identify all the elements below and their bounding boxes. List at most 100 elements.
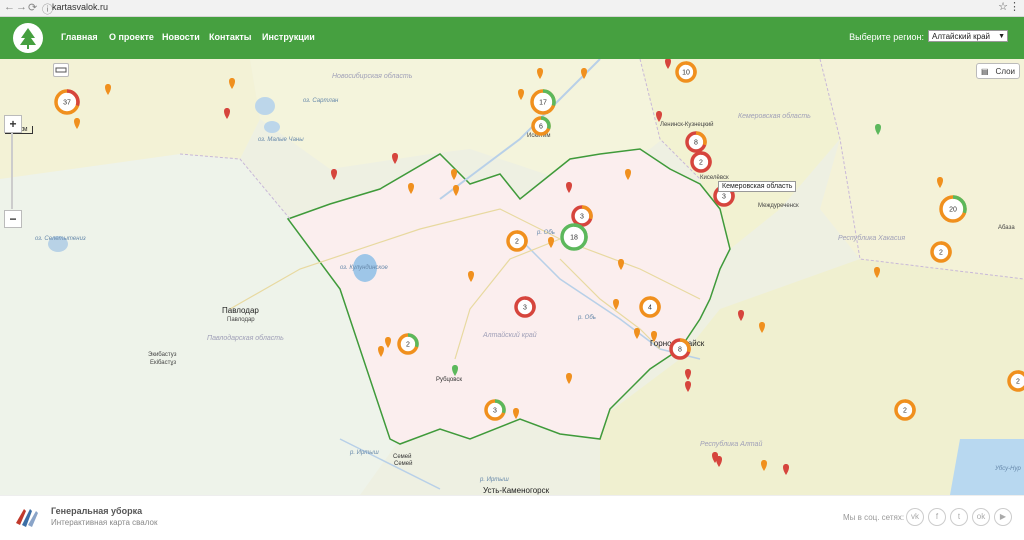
- twitter-icon[interactable]: t: [950, 508, 968, 526]
- dump-pin-icon[interactable]: [105, 84, 111, 95]
- dump-pin-icon[interactable]: [378, 346, 384, 357]
- dump-pin-icon[interactable]: [685, 369, 691, 380]
- cluster-count: 3: [523, 305, 527, 312]
- dump-pin-icon[interactable]: [518, 89, 524, 100]
- cluster-count: 8: [694, 140, 698, 147]
- cluster-marker[interactable]: 2: [506, 230, 528, 252]
- map[interactable]: Новосибирская область Кемеровская област…: [0, 59, 1024, 495]
- nav-about[interactable]: О проекте: [109, 32, 154, 42]
- address-bar[interactable]: kartasvalok.ru: [52, 2, 108, 12]
- nav-home[interactable]: Главная: [61, 32, 98, 42]
- cluster-marker[interactable]: 2: [894, 399, 916, 421]
- cluster-marker[interactable]: 10: [675, 61, 697, 83]
- cluster-marker[interactable]: 2: [1007, 370, 1024, 392]
- cluster-count: 2: [903, 408, 907, 415]
- social-label: Мы в соц. сетях:: [843, 513, 905, 522]
- dump-pin-icon[interactable]: [618, 259, 624, 270]
- cluster-count: 17: [539, 100, 547, 107]
- dump-pin-icon[interactable]: [331, 169, 337, 180]
- dump-pin-icon[interactable]: [548, 237, 554, 248]
- cluster-count: 3: [493, 408, 497, 415]
- zoom-out-button[interactable]: −: [4, 210, 22, 228]
- cluster-marker[interactable]: 2: [690, 151, 712, 173]
- nav-news[interactable]: Новости: [162, 32, 200, 42]
- cluster-count: 2: [939, 250, 943, 257]
- region-label: Выберите регион:: [849, 32, 924, 42]
- cluster-count: 4: [648, 305, 652, 312]
- dump-pin-icon[interactable]: [468, 271, 474, 282]
- vk-icon[interactable]: vk: [906, 508, 924, 526]
- cluster-marker[interactable]: 37: [54, 89, 80, 115]
- footer-title: Генеральная уборка: [51, 506, 143, 516]
- zoom-slider-track[interactable]: [11, 133, 13, 209]
- cluster-count: 6: [539, 124, 543, 131]
- facebook-icon[interactable]: f: [928, 508, 946, 526]
- dump-pin-icon[interactable]: [665, 59, 671, 69]
- cluster-count: 2: [406, 342, 410, 349]
- nav-instructions[interactable]: Инструкции: [262, 32, 315, 42]
- dump-pin-icon[interactable]: [613, 299, 619, 310]
- dump-pin-icon[interactable]: [581, 68, 587, 79]
- cluster-count: 3: [722, 194, 726, 201]
- reload-icon[interactable]: ⟳: [28, 1, 37, 14]
- menu-icon[interactable]: ⋮: [1009, 0, 1020, 13]
- dump-pin-icon[interactable]: [875, 124, 881, 135]
- back-icon[interactable]: ←: [4, 1, 15, 13]
- region-tooltip: Кемеровская область: [718, 181, 797, 192]
- dump-pin-icon[interactable]: [385, 337, 391, 348]
- cluster-marker[interactable]: 2: [930, 241, 952, 263]
- dump-pin-icon[interactable]: [716, 456, 722, 467]
- youtube-icon[interactable]: ▶: [994, 508, 1012, 526]
- cluster-marker[interactable]: 4: [639, 296, 661, 318]
- cluster-marker[interactable]: 3: [484, 399, 506, 421]
- dump-pin-icon[interactable]: [229, 78, 235, 89]
- cluster-count: 2: [1016, 379, 1020, 386]
- dump-pin-icon[interactable]: [759, 322, 765, 333]
- dump-pin-icon[interactable]: [566, 373, 572, 384]
- cluster-count: 8: [678, 347, 682, 354]
- dump-pin-icon[interactable]: [685, 381, 691, 392]
- nav-contacts[interactable]: Контакты: [209, 32, 251, 42]
- dump-pin-icon[interactable]: [453, 185, 459, 196]
- dump-pin-icon[interactable]: [74, 118, 80, 129]
- cluster-marker[interactable]: 2: [397, 333, 419, 355]
- cluster-marker[interactable]: 8: [685, 131, 707, 153]
- dump-pin-icon[interactable]: [408, 183, 414, 194]
- dump-pin-icon[interactable]: [224, 108, 230, 119]
- dump-pin-icon[interactable]: [566, 182, 572, 193]
- dump-pin-icon[interactable]: [783, 464, 789, 475]
- cluster-marker[interactable]: 3: [514, 296, 536, 318]
- dump-pin-icon[interactable]: [537, 68, 543, 79]
- ruler-icon[interactable]: [53, 63, 69, 77]
- dump-pin-icon[interactable]: [634, 328, 640, 339]
- dump-pin-icon[interactable]: [874, 267, 880, 278]
- site-footer: Генеральная уборка Интерактивная карта с…: [0, 495, 1024, 540]
- logo[interactable]: [13, 23, 43, 53]
- dump-pin-icon[interactable]: [625, 169, 631, 180]
- cluster-marker[interactable]: 17: [530, 89, 556, 115]
- cluster-marker[interactable]: 6: [531, 116, 551, 136]
- footer-subtitle: Интерактивная карта свалок: [51, 518, 158, 527]
- onf-logo-icon: [16, 509, 38, 527]
- cluster-count: 20: [949, 207, 957, 214]
- dump-pin-icon[interactable]: [937, 177, 943, 188]
- cluster-marker[interactable]: 3: [571, 205, 593, 227]
- bookmark-star-icon[interactable]: ☆: [998, 0, 1008, 13]
- zoom-in-button[interactable]: +: [4, 115, 22, 133]
- dump-pin-icon[interactable]: [761, 460, 767, 471]
- cluster-count: 2: [699, 160, 703, 167]
- region-select[interactable]: Алтайский край ▼: [928, 30, 1008, 42]
- cluster-marker[interactable]: 18: [560, 223, 588, 251]
- cluster-marker[interactable]: 20: [939, 195, 967, 223]
- layers-button[interactable]: ▤ Слои: [976, 63, 1020, 79]
- dump-pin-icon[interactable]: [656, 111, 662, 122]
- dump-pin-icon[interactable]: [451, 169, 457, 180]
- dump-pin-icon[interactable]: [392, 153, 398, 164]
- odnoklassniki-icon[interactable]: ok: [972, 508, 990, 526]
- dump-pin-icon[interactable]: [452, 365, 458, 376]
- dump-pin-icon[interactable]: [513, 408, 519, 419]
- dump-pin-icon[interactable]: [651, 331, 657, 342]
- cluster-marker[interactable]: 8: [669, 338, 691, 360]
- dump-pin-icon[interactable]: [738, 310, 744, 321]
- forward-icon[interactable]: →: [16, 1, 27, 13]
